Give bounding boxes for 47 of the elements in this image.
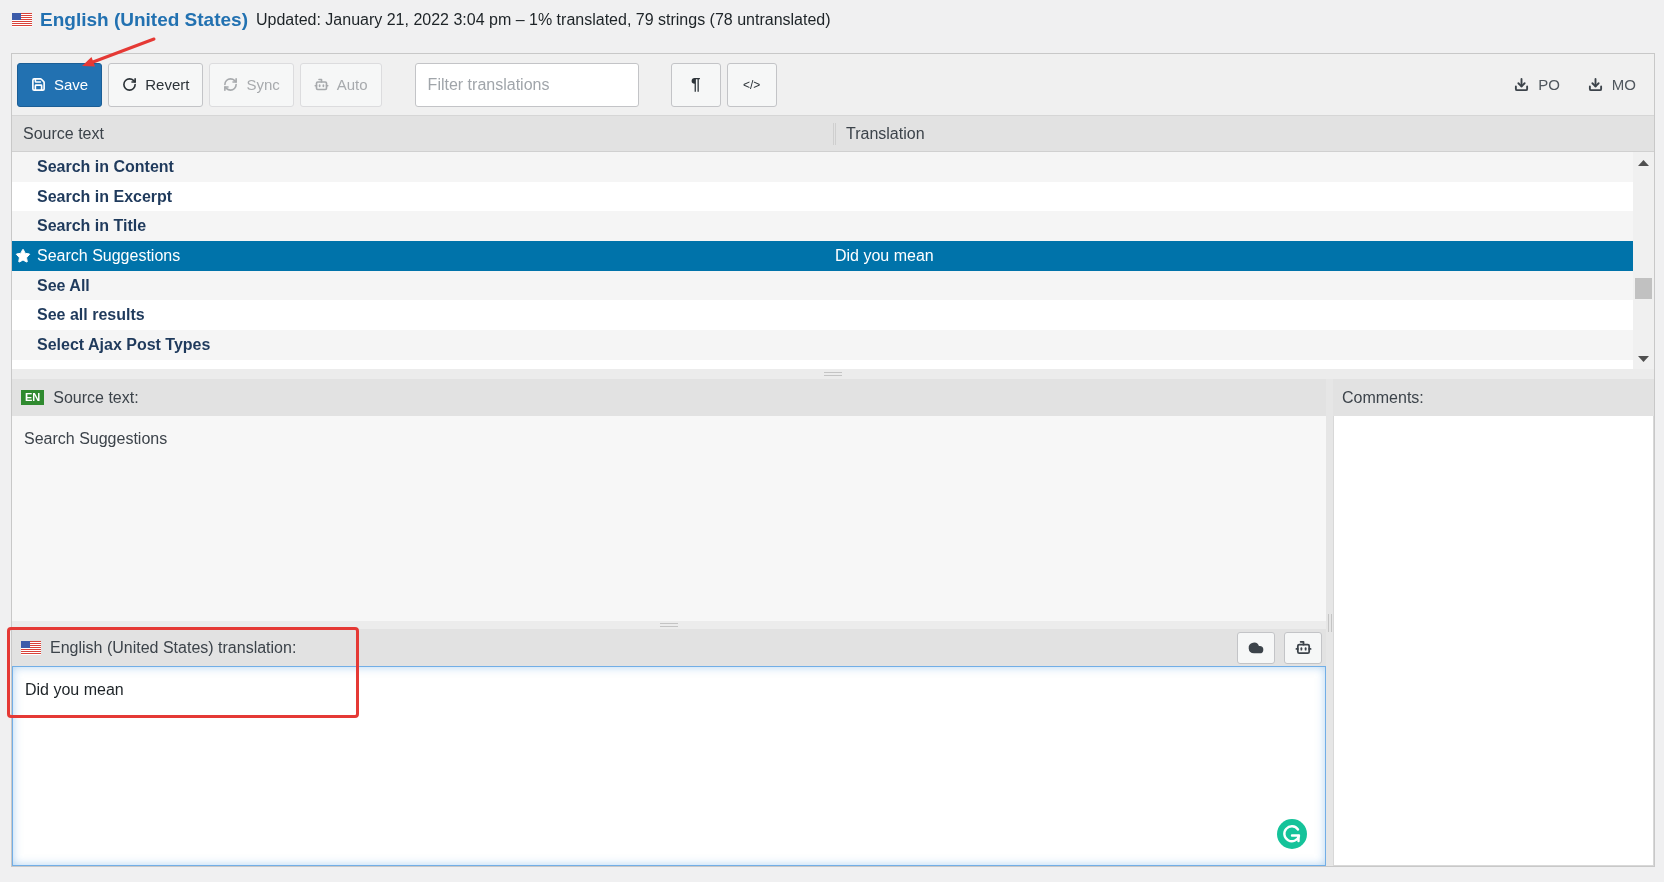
string-row[interactable]: Select Ajax Post Types: [12, 330, 1633, 360]
pane-title: English (United States) translation:: [50, 638, 297, 657]
column-header[interactable]: Source text: [12, 122, 836, 145]
filter-field[interactable]: Filter translations: [414, 62, 639, 107]
translation-cell-text: Did you mean: [835, 246, 935, 265]
toolbar-button[interactable]: Revert: [108, 62, 204, 107]
source-cell-text: See All: [37, 276, 91, 295]
update-info: Updated: January 21, 2022 3:04 pm – 1% translated, 79 strings (78 untranslated): [255, 11, 831, 29]
translation-field[interactable]: Did you mean: [12, 666, 1326, 866]
sync-icon: [223, 77, 239, 92]
download-icon: [1587, 77, 1603, 92]
pane-title: Source text:: [53, 388, 139, 407]
resize-grip-icon[interactable]: [660, 623, 678, 627]
source-cell-text: Search Suggestions: [37, 246, 182, 265]
robot-button[interactable]: [1284, 631, 1322, 664]
source-cell-text: Search in Excerpt: [37, 187, 174, 206]
string-row[interactable]: Search in Content: [12, 152, 1633, 182]
column-header[interactable]: Translation: [836, 124, 925, 143]
source-cell-text: Search in Content: [37, 157, 175, 176]
pane-title: Comments:: [1342, 388, 1424, 407]
scroll-down-icon[interactable]: [1638, 356, 1649, 362]
page-title: English (United States): [40, 9, 248, 31]
resize-grip-icon[interactable]: [824, 372, 842, 376]
resize-grip-icon[interactable]: [1327, 613, 1332, 632]
download-link[interactable]: MO: [1587, 76, 1636, 93]
robot-icon: [1294, 639, 1312, 656]
download-icon: [1514, 77, 1530, 92]
source-cell-text: See all results: [37, 306, 146, 325]
string-row[interactable]: Search in Title: [12, 211, 1633, 242]
robot-icon: [313, 77, 329, 92]
toggle-button[interactable]: ¶: [670, 62, 721, 107]
toggle-button[interactable]: </>: [726, 62, 777, 107]
source-cell-text: Search in Title: [37, 217, 148, 236]
source-cell-text: Select Ajax Post Types: [37, 335, 212, 354]
circular-arrow-icon: [122, 77, 138, 92]
scroll-up-icon[interactable]: [1638, 160, 1649, 166]
flag-icon: [12, 13, 32, 27]
writing-assistant-icon[interactable]: [1277, 819, 1307, 849]
scrollbar-thumb[interactable]: [1635, 278, 1652, 299]
download-link[interactable]: PO: [1514, 76, 1560, 93]
source-text: Search Suggestions: [12, 416, 1326, 621]
toolbar-button[interactable]: Save: [17, 62, 103, 107]
string-row[interactable]: Search Suggestions Did you mean: [12, 241, 1633, 271]
cloud-button[interactable]: [1237, 631, 1275, 664]
flag-icon: [21, 640, 41, 655]
string-row[interactable]: See All: [12, 270, 1633, 301]
language-badge: EN: [21, 390, 45, 405]
